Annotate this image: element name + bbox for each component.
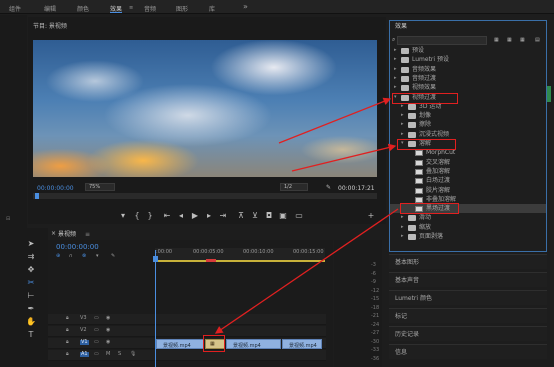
arrow-to-video-transitions (278, 97, 392, 144)
annotation-arrows (214, 97, 399, 334)
arrow-to-timeline (214, 208, 399, 334)
app-window: 组件 编辑 颜色 效果 ≡ 音频 图形 库 » ⊟ 2 项 节目: 景视频 00… (0, 0, 554, 367)
arrow-to-dissolve (291, 143, 397, 172)
